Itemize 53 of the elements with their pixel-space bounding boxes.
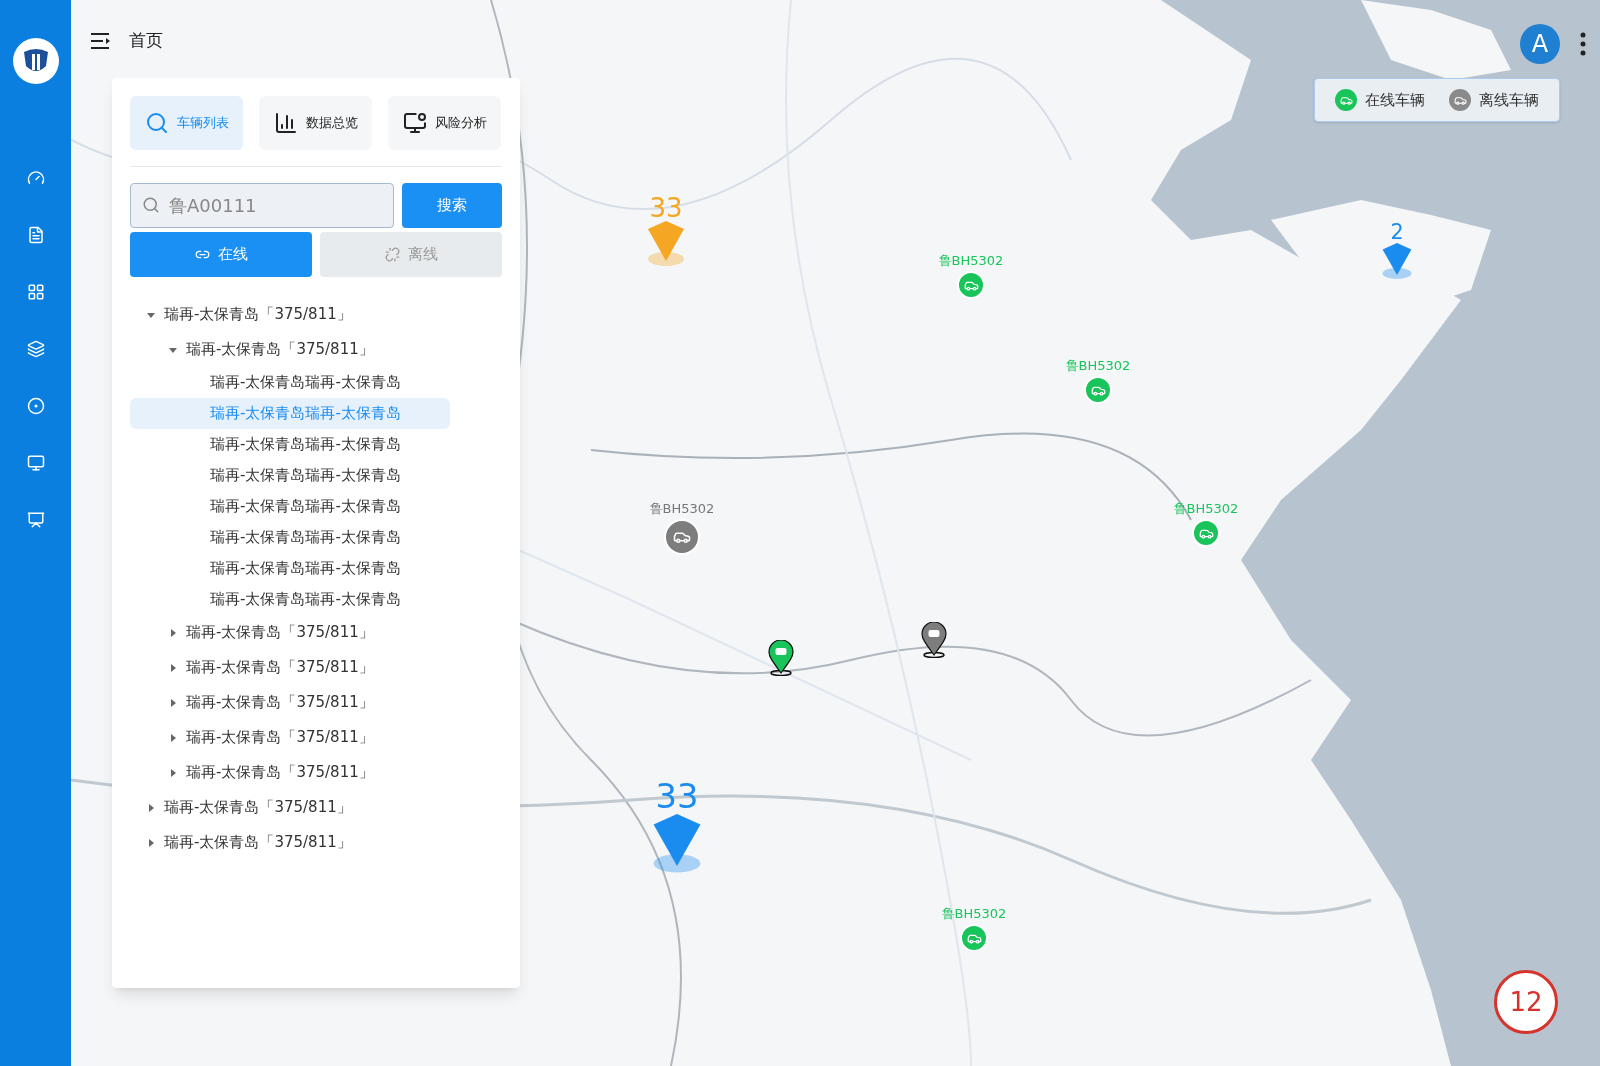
tree-leaf[interactable]: 瑞再-太保青岛瑞再-太保青岛 [130,553,450,584]
cluster-marker-icon[interactable] [651,813,703,874]
cluster-marker-icon[interactable] [646,221,686,267]
cluster-count: 33 [655,780,699,814]
pin-marker-icon[interactable] [921,622,947,658]
caret-icon[interactable] [146,837,156,848]
tree-node[interactable]: 瑞再-太保青岛「375/811」 [164,831,352,854]
legend-label: 在线车辆 [1365,89,1425,111]
pin-marker-icon[interactable] [768,640,794,676]
legend-label: 离线车辆 [1479,89,1539,111]
tree-node[interactable]: 瑞再-太保青岛「375/811」 [186,621,374,644]
caret-icon[interactable] [168,697,178,708]
tree-leaf[interactable]: 瑞再-太保青岛瑞再-太保青岛 [130,522,450,553]
search-icon [144,111,169,135]
layers-icon[interactable] [25,339,46,359]
cluster-marker-icon[interactable] [1381,242,1413,280]
tree-node[interactable]: 瑞再-太保青岛「375/811」 [164,796,352,819]
logo [12,38,59,84]
tree-node[interactable]: 瑞再-太保青岛「375/811」 [186,726,374,749]
page-title: 首页 [129,29,163,52]
tree-node[interactable]: 瑞再-太保青岛「375/811」 [186,656,374,679]
tree-node[interactable]: 瑞再-太保青岛「375/811」 [186,691,374,714]
caret-icon[interactable] [168,627,178,638]
tree-leaf[interactable]: 瑞再-太保青岛瑞再-太保青岛 [130,584,450,615]
monitor-icon[interactable] [25,453,46,473]
tree-leaf[interactable]: 瑞再-太保青岛瑞再-太保青岛 [130,367,450,398]
broken-link-icon [384,247,400,262]
tree-node[interactable]: 瑞再-太保青岛「375/811」 [186,338,374,361]
panel-tab[interactable]: 风险分析 [388,96,501,150]
panel-tab[interactable]: 数据总览 [259,96,372,150]
tree-leaf[interactable]: 瑞再-太保青岛瑞再-太保青岛 [130,429,450,460]
cluster-count: 2 [1390,222,1404,243]
caret-icon[interactable] [168,662,178,673]
plate-label: 鲁BH5302 [1065,359,1131,372]
plate-label: 鲁BH5302 [941,907,1007,920]
search-icon [142,196,160,214]
cluster-count: 33 [649,195,683,221]
plate-label: 鲁BH5302 [938,254,1004,267]
plate-label: 鲁BH5302 [1173,502,1239,515]
tree-leaf[interactable]: 瑞再-太保青岛瑞再-太保青岛 [130,491,450,522]
tree-leaf[interactable]: 瑞再-太保青岛瑞再-太保青岛 [130,460,450,491]
caret-icon[interactable] [168,767,178,778]
caret-icon[interactable] [168,732,178,743]
monitor-icon [402,111,427,135]
bar-chart-icon [273,111,298,135]
tree-node[interactable]: 瑞再-太保青岛「375/811」 [186,761,374,784]
target-icon[interactable] [25,396,46,416]
more-icon[interactable] [1580,32,1586,56]
plate-label: 鲁BH5302 [649,502,715,515]
caret-icon[interactable] [146,802,156,813]
tree-node[interactable]: 瑞再-太保青岛「375/811」 [164,303,352,326]
presentation-icon[interactable] [25,510,46,530]
search-field[interactable]: 鲁A00111 [130,183,394,228]
